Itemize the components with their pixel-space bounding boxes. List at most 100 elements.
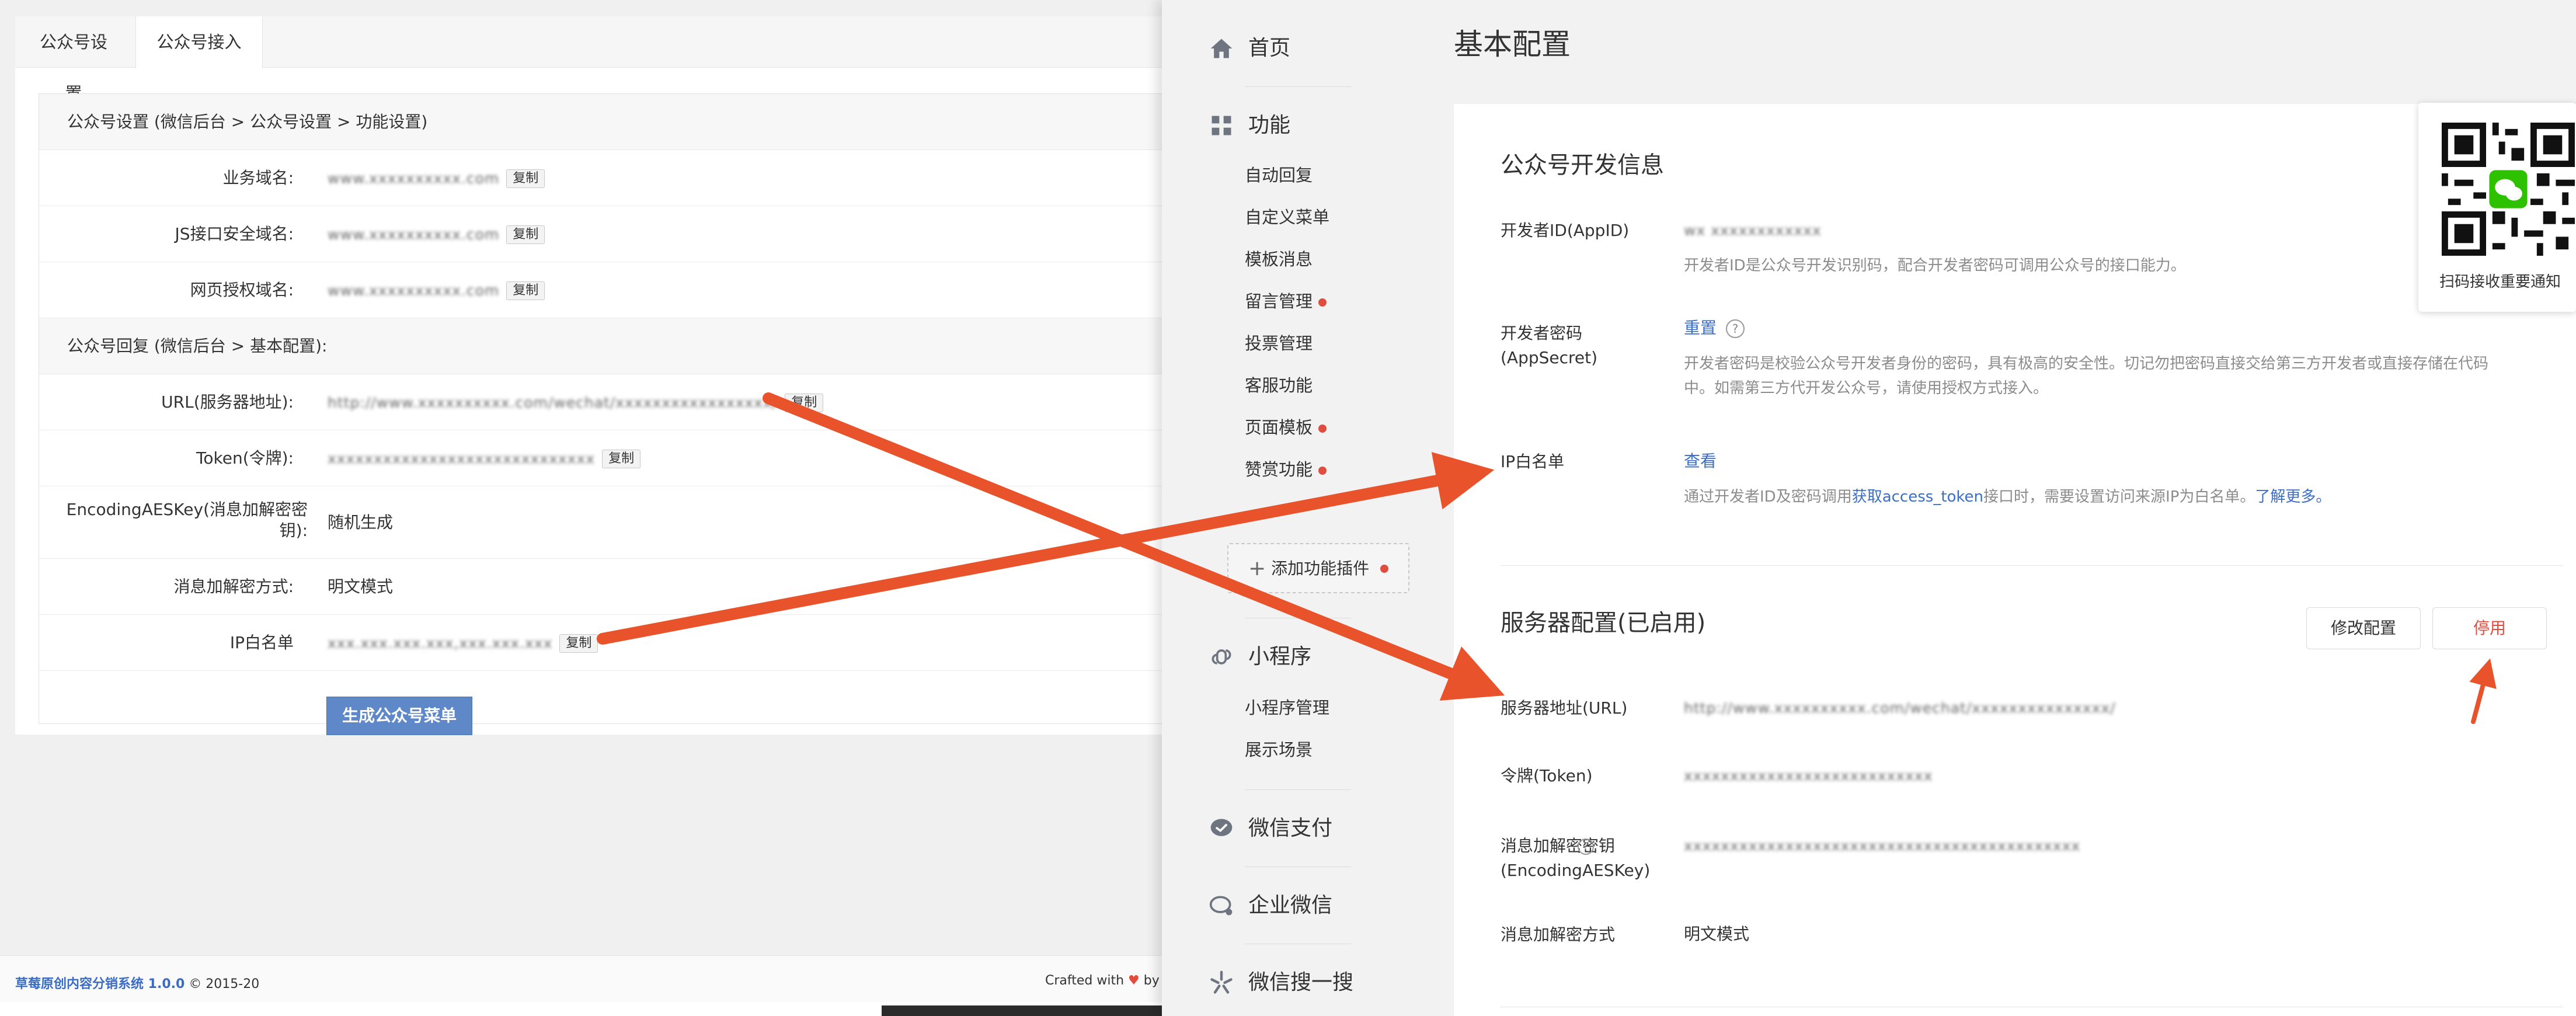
form-value: xxx.xxx.xxx.xxx,xxx.xxx.xxx 复制 bbox=[328, 632, 598, 654]
sidebar-item-label: 微信支付 bbox=[1248, 816, 1333, 840]
form-value: 随机生成 bbox=[328, 513, 394, 532]
section-title-dev-info: 公众号开发信息 bbox=[1501, 152, 1664, 179]
form-row-url: URL(服务器地址): http://www.xxxxxxxxxx.com/we… bbox=[39, 374, 1162, 430]
form-row-business-domain: 业务域名: www.xxxxxxxxxx.com 复制 bbox=[39, 150, 1162, 206]
sidebar-item-display-scenes[interactable]: 展示场景 bbox=[1245, 738, 1313, 761]
server-url-value: http://www.xxxxxxxxxx.com/wechat/xxxxxxx… bbox=[1684, 696, 2116, 720]
blurred-value: http://www.xxxxxxxxxx.com/wechat/xxxxxxx… bbox=[328, 394, 778, 411]
sidebar-item-rewards[interactable]: 赞赏功能 bbox=[1245, 458, 1327, 481]
plus-icon: + bbox=[1248, 556, 1266, 580]
settings-card: 公众号设置 公众号接入 公众号设置 (微信后台 > 公众号设置 > 功能设置) … bbox=[15, 16, 1162, 735]
copy-button[interactable]: 复制 bbox=[785, 394, 824, 412]
blurred-value: www.xxxxxxxxxx.com bbox=[328, 170, 500, 187]
sidebar-item-label: 展示场景 bbox=[1245, 740, 1313, 760]
sidebar-item-home[interactable]: 首页 bbox=[1209, 34, 1290, 62]
blurred-value: www.xxxxxxxxxx.com bbox=[328, 226, 500, 243]
copy-button[interactable]: 复制 bbox=[506, 281, 545, 300]
section-header-reply: 公众号回复 (微信后台 > 基本配置): bbox=[39, 318, 1162, 374]
learn-more-link[interactable]: 了解更多。 bbox=[2255, 488, 2331, 506]
search-star-icon bbox=[1210, 970, 1233, 994]
left-footer: 草莓原创内容分销系统 1.0.0 © 2015-20 Crafted with … bbox=[0, 955, 1162, 1008]
qr-notification-card[interactable]: 扫码接收重要通知 bbox=[2418, 103, 2576, 312]
divider bbox=[1245, 86, 1351, 87]
sidebar-item-label: 自动回复 bbox=[1245, 165, 1313, 185]
footer-crafted: Crafted with ♥ by bbox=[1045, 973, 1160, 988]
ip-whitelist-description: 通过开发者ID及密码调用获取access_token接口时，需要设置访问来源IP… bbox=[1684, 485, 2513, 509]
blurred-value: wx xxxxxxxxxxxx bbox=[1684, 222, 1822, 239]
reset-secret-link[interactable]: 重置 bbox=[1684, 318, 1717, 337]
section-header-settings: 公众号设置 (微信后台 > 公众号设置 > 功能设置) bbox=[39, 94, 1162, 150]
sidebar-item-label: 企业微信 bbox=[1248, 893, 1333, 917]
page-title: 基本配置 bbox=[1454, 27, 1571, 61]
config-card: 公众号开发信息 开发者ID(AppID) wx xxxxxxxxxxxx 开发者… bbox=[1454, 104, 2576, 1016]
sidebar-item-miniprogram-manage[interactable]: 小程序管理 bbox=[1245, 696, 1329, 719]
sidebar-item-custom-menu[interactable]: 自定义菜单 bbox=[1245, 206, 1329, 229]
sidebar-item-label: 微信搜一搜 bbox=[1248, 970, 1354, 994]
sidebar-item-page-templates[interactable]: 页面模板 bbox=[1245, 416, 1327, 439]
encrypt-mode-value: 明文模式 bbox=[1684, 924, 1750, 944]
blurred-value: www.xxxxxxxxxx.com bbox=[328, 282, 500, 299]
disable-button[interactable]: 停用 bbox=[2432, 607, 2547, 649]
form-label: Token(令牌): bbox=[196, 448, 294, 468]
sidebar-item-comments[interactable]: 留言管理 bbox=[1245, 290, 1327, 313]
form-label: IP白名单 bbox=[229, 633, 294, 652]
heart-icon: ♥ bbox=[1128, 973, 1140, 988]
copy-button[interactable]: 复制 bbox=[506, 169, 545, 188]
tab-account-settings[interactable]: 公众号设置 bbox=[15, 16, 132, 103]
copy-button[interactable]: 复制 bbox=[602, 450, 641, 468]
add-plugin-button[interactable]: + 添加功能插件 bbox=[1227, 543, 1409, 593]
footer-brand-name[interactable]: 草莓原创内容分销系统 1.0.0 bbox=[15, 977, 185, 991]
qr-code-icon bbox=[2442, 123, 2575, 256]
form-label: 消息加解密方式: bbox=[173, 577, 294, 596]
form-value: http://www.xxxxxxxxxx.com/wechat/xxxxxxx… bbox=[328, 392, 824, 413]
desc-text: 通过开发者ID及密码调用 bbox=[1684, 488, 1852, 506]
footer-copyright: © 2015-20 bbox=[189, 977, 260, 991]
form-row-token: Token(令牌): xxxxxxxxxxxxxxxxxxxxxxxxxxxxx… bbox=[39, 430, 1162, 486]
sidebar-item-label: 页面模板 bbox=[1245, 417, 1313, 437]
modify-config-button[interactable]: 修改配置 bbox=[2306, 607, 2421, 649]
grid-icon bbox=[1212, 116, 1231, 135]
sidebar-item-search[interactable]: 微信搜一搜 bbox=[1209, 968, 1353, 997]
form-label: EncodingAESKey(消息加解密密钥): bbox=[66, 500, 308, 540]
sidebar-item-label: 投票管理 bbox=[1245, 333, 1313, 353]
appid-value: wx xxxxxxxxxxxx bbox=[1684, 218, 1822, 242]
miniprogram-icon bbox=[1212, 649, 1231, 664]
form-row-ip-whitelist: IP白名单 xxx.xxx.xxx.xxx,xxx.xxx.xxx 复制 bbox=[39, 615, 1162, 671]
sidebar-item-auto-reply[interactable]: 自动回复 bbox=[1245, 163, 1313, 187]
dark-strip bbox=[882, 1005, 1162, 1016]
sidebar-item-customer-service[interactable]: 客服功能 bbox=[1245, 374, 1313, 397]
help-icon[interactable]: ? bbox=[1726, 319, 1745, 338]
desc-text: 接口时，需要设置访问来源IP为白名单。 bbox=[1983, 488, 2255, 506]
help-icon[interactable]: ? bbox=[1578, 838, 1594, 855]
token-label: 令牌(Token) bbox=[1501, 766, 1593, 785]
sidebar-item-functions[interactable]: 功能 bbox=[1209, 111, 1290, 140]
form-value: www.xxxxxxxxxx.com 复制 bbox=[328, 168, 545, 189]
access-token-link[interactable]: 获取access_token bbox=[1852, 488, 1983, 506]
sidebar-item-label: 小程序管理 bbox=[1245, 698, 1330, 718]
main-content: 基本配置 公众号开发信息 开发者ID(AppID) wx xxxxxxxxxxx… bbox=[1454, 0, 2576, 1016]
sidebar-item-wxpay[interactable]: 微信支付 bbox=[1209, 814, 1332, 843]
sidebar-item-label: 自定义菜单 bbox=[1245, 207, 1330, 227]
sidebar-item-label: 模板消息 bbox=[1245, 249, 1313, 269]
blurred-value: http://www.xxxxxxxxxx.com/wechat/xxxxxxx… bbox=[1684, 700, 2116, 716]
sidebar-item-template-msg[interactable]: 模板消息 bbox=[1245, 248, 1313, 271]
sidebar-item-label: 留言管理 bbox=[1245, 291, 1313, 311]
tab-account-access[interactable]: 公众号接入 bbox=[135, 16, 263, 68]
appid-description: 开发者ID是公众号开发识别码，配合开发者密码可调用公众号的接口能力。 bbox=[1684, 257, 2186, 274]
tab-bar: 公众号设置 公众号接入 bbox=[15, 16, 1162, 103]
sidebar: 首页 功能 自动回复 自定义菜单 模板消息 留言管理 投票管理 客服功能 页面模… bbox=[1162, 0, 1454, 1016]
sidebar-item-votes[interactable]: 投票管理 bbox=[1245, 332, 1313, 355]
section-title-server-config: 服务器配置(已启用) bbox=[1501, 610, 1706, 636]
form-row-aes-key: EncodingAESKey(消息加解密密钥): 随机生成 bbox=[39, 486, 1162, 559]
notification-dot bbox=[1380, 565, 1388, 573]
generate-menu-button[interactable]: 生成公众号菜单 bbox=[326, 697, 472, 735]
sidebar-item-miniprogram[interactable]: 小程序 bbox=[1209, 642, 1311, 671]
ip-whitelist-view-link[interactable]: 查看 bbox=[1684, 450, 1717, 473]
copy-button[interactable]: 复制 bbox=[506, 225, 545, 244]
form-value: www.xxxxxxxxxx.com 复制 bbox=[328, 280, 545, 301]
notification-dot bbox=[1318, 425, 1327, 433]
work-wechat-icon bbox=[1209, 896, 1233, 916]
aes-key-value: xxxxxxxxxxxxxxxxxxxxxxxxxxxxxxxxxxxxxxxx… bbox=[1684, 834, 2080, 858]
sidebar-item-work-wechat[interactable]: 企业微信 bbox=[1209, 891, 1332, 920]
copy-button[interactable]: 复制 bbox=[559, 634, 598, 653]
